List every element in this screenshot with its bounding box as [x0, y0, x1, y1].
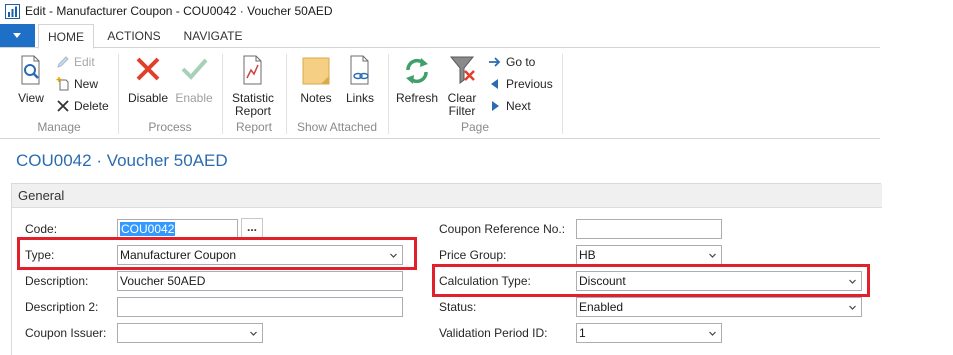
group-label-process: Process — [148, 120, 192, 134]
enable-button[interactable]: Enable — [172, 54, 216, 105]
validation-period-id-label: Validation Period ID: — [439, 326, 548, 340]
price-group-select[interactable]: HB — [576, 245, 722, 265]
go-to-label: Go to — [506, 55, 536, 69]
ribbon-tab-bar: HOME ACTIONS NAVIGATE — [0, 24, 953, 49]
view-icon — [21, 55, 40, 85]
note-icon — [302, 57, 330, 85]
previous-label: Previous — [506, 77, 553, 91]
refresh-icon — [406, 58, 428, 84]
status-label: Status: — [439, 300, 477, 314]
statistic-report-button[interactable]: Statistic Report — [226, 54, 280, 118]
refresh-label: Refresh — [395, 91, 439, 105]
status-value: Enabled — [579, 300, 624, 314]
checkmark-icon — [181, 58, 208, 80]
coupon-issuer-select[interactable] — [117, 323, 263, 343]
notes-button[interactable]: Notes — [294, 54, 338, 105]
price-group-value: HB — [579, 248, 596, 262]
arrow-right-icon — [489, 57, 501, 67]
code-input[interactable]: COU0042 — [117, 219, 238, 239]
description-2-input[interactable] — [117, 297, 403, 317]
validation-period-id-select[interactable]: 1 — [576, 323, 722, 343]
code-label: Code: — [25, 222, 58, 236]
refresh-button[interactable]: Refresh — [394, 54, 440, 105]
chevron-down-icon — [250, 331, 257, 336]
page-title: COU0042 · Voucher 50AED — [16, 151, 228, 170]
coupon-reference-no-label: Coupon Reference No.: — [439, 222, 566, 236]
new-icon — [56, 77, 69, 91]
edit-label: Edit — [74, 55, 95, 69]
clear-filter-icon — [449, 56, 475, 84]
description-input[interactable]: Voucher 50AED — [117, 271, 403, 291]
chevron-down-icon — [709, 253, 716, 258]
group-label-page: Page — [460, 120, 490, 134]
new-label: New — [74, 77, 99, 91]
red-x-icon — [136, 57, 160, 81]
delete-icon — [57, 100, 69, 112]
calculation-type-highlight — [432, 264, 870, 297]
view-button[interactable]: View — [12, 54, 50, 105]
app-icon — [5, 4, 20, 19]
group-label-manage: Manage — [37, 120, 81, 134]
price-group-label: Price Group: — [439, 248, 507, 262]
view-label: View — [18, 91, 44, 105]
code-value: COU0042 — [120, 222, 176, 236]
window-title: Edit - Manufacturer Coupon - COU0042 · V… — [25, 4, 333, 18]
statistic-report-label-line2: Report — [234, 104, 272, 118]
tab-navigate[interactable]: NAVIGATE — [174, 24, 252, 48]
triangle-right-icon — [492, 101, 499, 111]
coupon-issuer-label: Coupon Issuer: — [25, 326, 107, 340]
status-select[interactable]: Enabled — [576, 297, 862, 317]
notes-label: Notes — [300, 91, 332, 105]
pencil-icon — [57, 56, 69, 68]
delete-label: Delete — [74, 99, 109, 113]
general-fasttab-header[interactable]: General — [12, 184, 882, 208]
title-bar: Edit - Manufacturer Coupon - COU0042 · V… — [0, 0, 953, 24]
application-menu-button[interactable] — [0, 24, 35, 47]
links-button[interactable]: Links — [340, 54, 380, 105]
group-separator — [562, 54, 563, 134]
validation-period-id-value: 1 — [579, 326, 586, 340]
general-fasttab-title: General — [18, 188, 65, 203]
link-icon — [350, 55, 369, 85]
statistic-report-icon — [243, 55, 262, 85]
clear-filter-button[interactable]: Clear Filter — [442, 54, 482, 118]
description-2-label: Description 2: — [25, 300, 99, 314]
disable-button[interactable]: Disable — [126, 54, 170, 105]
chevron-down-icon — [849, 305, 856, 310]
tab-actions[interactable]: ACTIONS — [98, 24, 170, 48]
enable-label: Enable — [175, 91, 213, 105]
triangle-left-icon — [491, 79, 498, 89]
group-label-report: Report — [235, 120, 273, 134]
type-field-highlight — [17, 237, 417, 270]
ribbon: View Edit New Delete Manage Disable Enab… — [0, 47, 880, 139]
group-label-show-attached: Show Attached — [296, 120, 378, 134]
links-label: Links — [345, 91, 374, 105]
clear-filter-label-line2: Filter — [448, 104, 476, 118]
description-value: Voucher 50AED — [120, 274, 206, 288]
next-label: Next — [506, 99, 531, 113]
disable-label: Disable — [127, 91, 169, 105]
description-label: Description: — [25, 274, 89, 288]
chevron-down-icon — [709, 331, 716, 336]
tab-home[interactable]: HOME — [38, 24, 94, 49]
coupon-reference-no-input[interactable] — [576, 219, 722, 239]
